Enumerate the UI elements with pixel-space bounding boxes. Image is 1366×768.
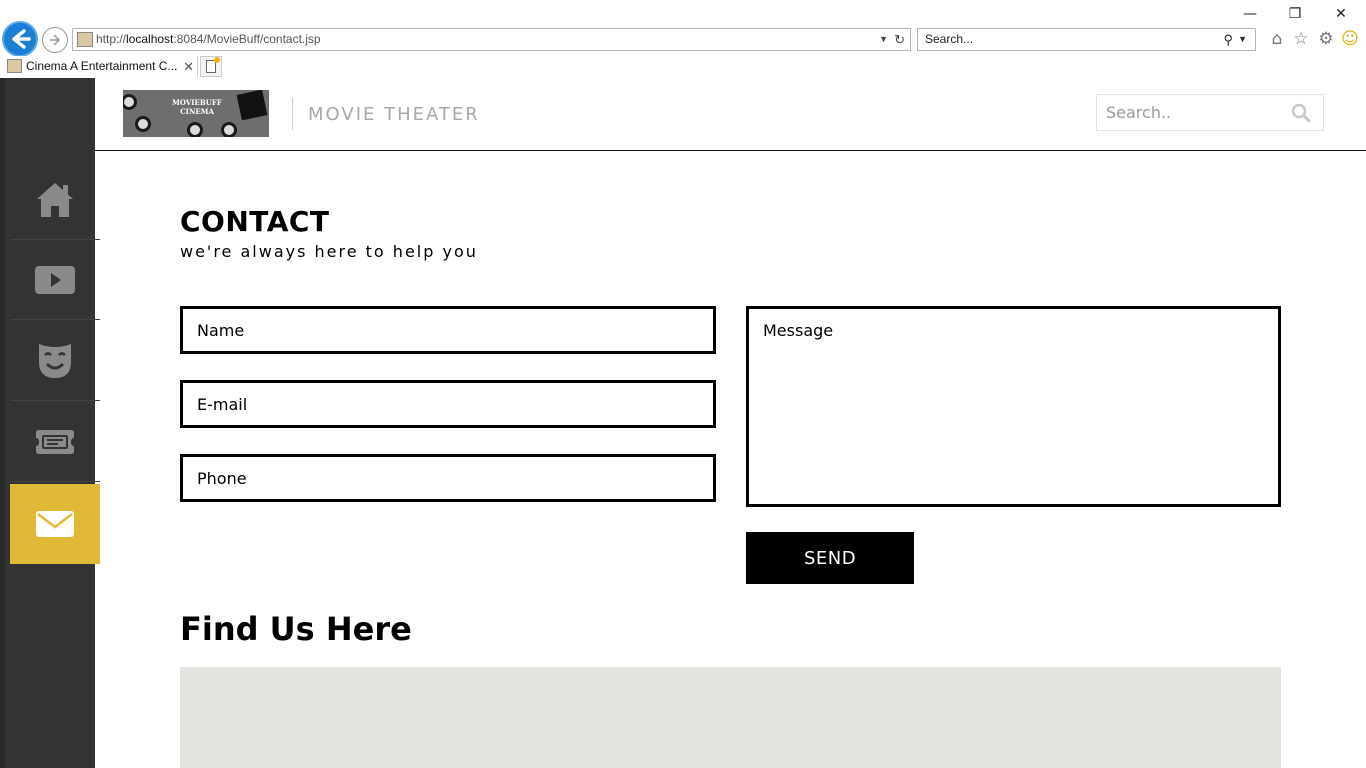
logo-text: MOVIEBUFF CINEMA <box>172 98 222 116</box>
home-icon <box>37 182 73 217</box>
sidebar-item-theater[interactable] <box>10 321 100 401</box>
address-bar[interactable]: http://localhost:8084/MovieBuff/contact.… <box>72 28 911 51</box>
forward-arrow-icon <box>50 34 61 46</box>
site-header: MOVIEBUFF CINEMA MOVIE THEATER <box>95 78 1366 151</box>
sidebar <box>0 78 100 768</box>
tab-title: Cinema A Entertainment C... <box>26 59 178 73</box>
map-section-title: Find Us Here <box>180 610 412 648</box>
favorites-star-icon[interactable]: ☆ <box>1291 29 1311 49</box>
new-tab-icon <box>206 57 220 73</box>
forward-button[interactable] <box>42 27 68 53</box>
mail-icon <box>36 511 74 537</box>
film-reel-icon <box>187 122 203 137</box>
name-field[interactable] <box>180 306 716 354</box>
search-icon[interactable]: ⚲ <box>1223 29 1233 50</box>
sidebar-item-home[interactable] <box>10 160 100 240</box>
minimize-button[interactable]: — <box>1235 4 1265 24</box>
browser-search-box[interactable]: Search... ⚲ ▼ <box>917 28 1256 51</box>
film-reel-icon <box>135 116 151 132</box>
back-button[interactable] <box>2 21 38 57</box>
sidebar-item-contact[interactable] <box>10 484 100 564</box>
play-icon <box>35 265 75 294</box>
phone-field[interactable] <box>180 454 716 502</box>
message-field[interactable] <box>746 306 1281 507</box>
mask-icon <box>39 343 71 378</box>
browser-chrome: — ❐ ✕ http://localhost:8084/MovieBuff/co… <box>0 0 1366 78</box>
refresh-icon[interactable]: ↻ <box>894 29 905 50</box>
restore-button[interactable]: ❐ <box>1280 4 1310 24</box>
location-map[interactable] <box>180 667 1281 768</box>
sidebar-item-movies[interactable] <box>10 240 100 320</box>
settings-gear-icon[interactable]: ⚙ <box>1316 29 1336 49</box>
url-text: http://localhost:8084/MovieBuff/contact.… <box>96 32 321 46</box>
browser-search-placeholder: Search... <box>925 32 974 46</box>
home-icon[interactable]: ⌂ <box>1267 29 1287 49</box>
new-tab-button[interactable] <box>200 56 222 77</box>
film-reel-icon <box>221 122 237 137</box>
email-field[interactable] <box>180 380 716 428</box>
site-logo[interactable]: MOVIEBUFF CINEMA <box>123 90 269 137</box>
film-reel-icon <box>123 94 137 110</box>
site-search <box>1096 94 1324 131</box>
header-divider <box>292 98 293 130</box>
clapperboard-icon <box>236 90 268 121</box>
browser-tab[interactable]: Cinema A Entertainment C... ✕ <box>2 56 198 77</box>
site-search-input[interactable] <box>1097 95 1287 130</box>
search-icon[interactable] <box>1291 103 1311 123</box>
ticket-icon <box>36 429 74 454</box>
sidebar-item-tickets[interactable] <box>10 402 100 482</box>
page-favicon-icon <box>77 32 93 47</box>
tab-close-icon[interactable]: ✕ <box>183 56 194 77</box>
address-dropdown-icon[interactable]: ▼ <box>879 29 888 50</box>
page-title: CONTACT <box>180 205 330 238</box>
page-subtitle: we're always here to help you <box>180 242 478 261</box>
search-dropdown-icon[interactable]: ▼ <box>1238 29 1247 50</box>
send-button[interactable]: SEND <box>746 532 914 584</box>
back-arrow-icon <box>12 29 31 49</box>
smiley-feedback-icon[interactable]: ☺ <box>1340 29 1360 49</box>
site-title: MOVIE THEATER <box>308 104 480 125</box>
close-window-button[interactable]: ✕ <box>1326 4 1356 24</box>
tab-favicon-icon <box>7 59 22 73</box>
